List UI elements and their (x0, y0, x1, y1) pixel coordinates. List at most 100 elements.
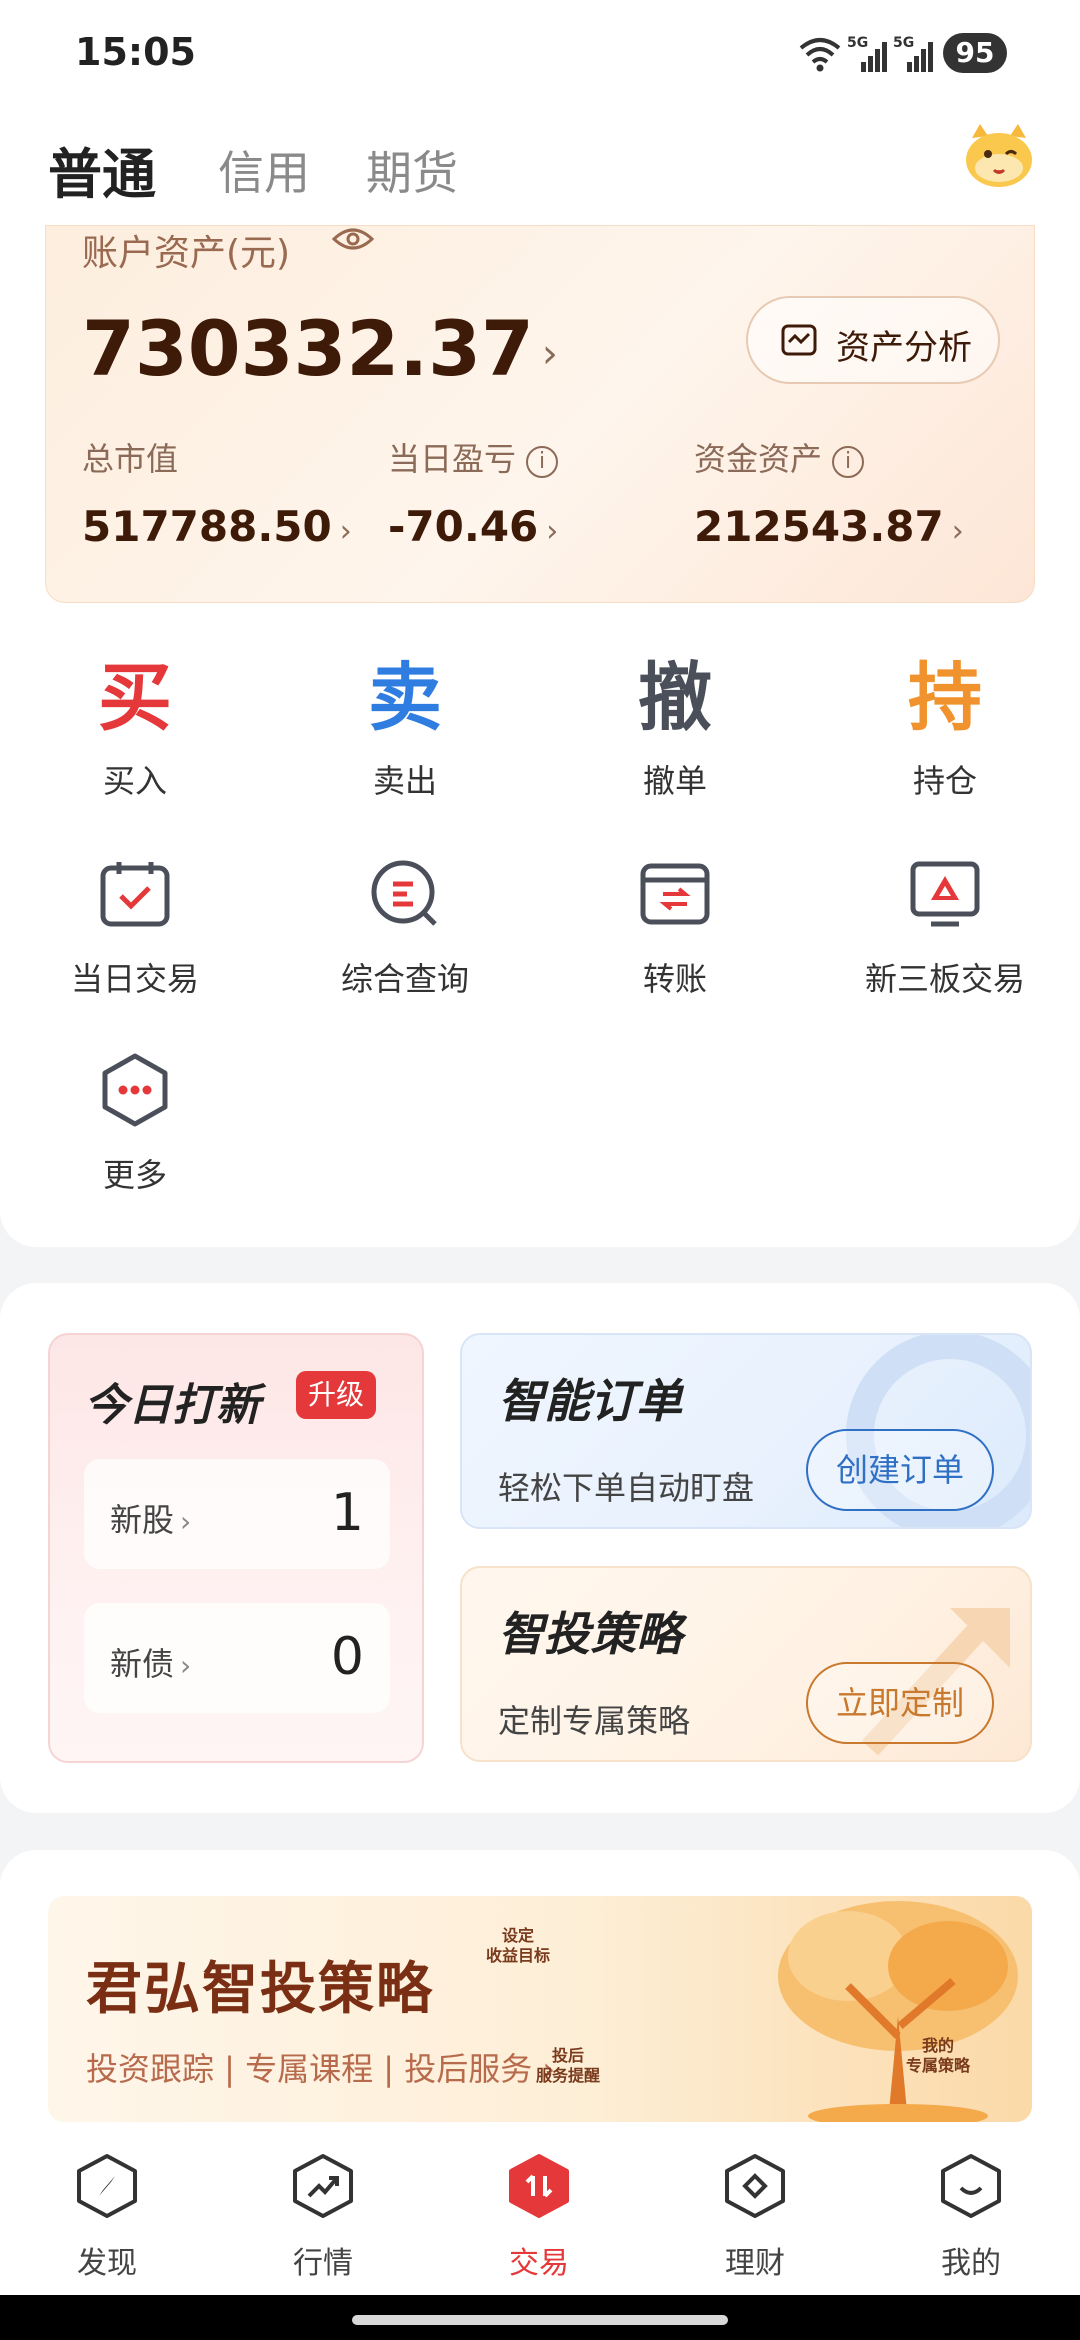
info-icon[interactable]: i (832, 446, 865, 478)
asset-analysis-button[interactable]: 资产分析 (746, 296, 1000, 384)
stat-daily-pnl[interactable]: 当日盈亏 i -70.46 › (388, 434, 558, 551)
query-button[interactable]: 综合查询 (295, 856, 515, 1000)
sell-button[interactable]: 卖 卖出 (295, 658, 515, 802)
search-query-icon (371, 860, 437, 926)
new-bond-label: 新债 (110, 1645, 175, 1683)
new-bond-row[interactable]: 新债 › 0 (84, 1603, 390, 1713)
smart-order-title: 智能订单 (498, 1374, 682, 1428)
tab-credit[interactable]: 信用 (218, 137, 310, 203)
account-type-tabs: 普通 信用 期货 (0, 110, 1080, 225)
neeq-trade-label: 新三板交易 (864, 960, 1025, 998)
banner-subtitle: 投资跟踪 | 专属课程 | 投后服务 › (86, 2050, 556, 2088)
new-stock-count: 1 (330, 1483, 364, 1543)
calendar-check-icon (100, 862, 170, 927)
create-order-button[interactable]: 创建订单 (805, 1429, 994, 1511)
customize-now-button[interactable]: 立即定制 (805, 1662, 994, 1744)
battery-indicator: 95 (943, 33, 1007, 73)
smart-order-card[interactable]: 智能订单 轻松下单自动盯盘 创建订单 (460, 1333, 1032, 1529)
chevron-right-icon: › (951, 514, 964, 549)
cancel-label: 撤单 (642, 762, 707, 800)
mascot-avatar-icon[interactable] (962, 120, 1036, 190)
nav-label: 我的 (941, 2246, 1001, 2281)
trend-hexagon-icon (293, 2154, 353, 2218)
analysis-chart-icon (781, 324, 817, 356)
nav-trade[interactable]: 交易 (464, 2152, 614, 2282)
nav-label: 发现 (77, 2246, 137, 2281)
nav-wealth[interactable]: 理财 (680, 2152, 830, 2282)
stat-value: 212543.87 (694, 502, 944, 551)
info-icon[interactable]: i (526, 446, 559, 478)
asset-card: 账户资产(元) 730332.37 › 资产分析 总市值 517788.50 › 当… (45, 225, 1035, 603)
nav-me[interactable]: 我的 (896, 2152, 1046, 2282)
new-bond-count: 0 (330, 1627, 364, 1687)
stat-label: 资金资产 (694, 440, 823, 478)
banner-tag-strategy: 我的 专属策略 (905, 2036, 970, 2075)
nav-label: 交易 (509, 2246, 569, 2281)
transfer-button[interactable]: 转账 (565, 856, 785, 1000)
daily-trades-label: 当日交易 (70, 960, 199, 998)
transfer-label: 转账 (642, 960, 707, 998)
tab-futures[interactable]: 期货 (366, 137, 458, 203)
chevron-right-icon: › (180, 1649, 192, 1682)
ipo-title: 今日打新 (84, 1380, 260, 1431)
eye-icon[interactable] (332, 224, 374, 254)
neeq-trade-button[interactable]: 新三板交易 (835, 856, 1055, 1000)
daily-trades-button[interactable]: 当日交易 (25, 856, 245, 1000)
trade-hexagon-icon (509, 2154, 569, 2218)
positions-glyph: 持 (908, 655, 982, 741)
profile-hexagon-icon (941, 2154, 1001, 2218)
status-time: 15:05 (75, 30, 196, 74)
wifi-icon (799, 38, 841, 72)
banner-title: 君弘智投策略 (86, 1957, 434, 2022)
new-stock-label: 新股 (110, 1501, 175, 1539)
smart-order-subtitle: 轻松下单自动盯盘 (498, 1469, 755, 1507)
strategy-card[interactable]: 智投策略 定制专属策略 立即定制 (460, 1566, 1032, 1762)
positions-label: 持仓 (912, 762, 977, 800)
tab-normal[interactable]: 普通 (48, 130, 156, 209)
cancel-order-button[interactable]: 撤 撤单 (565, 658, 785, 802)
bottom-nav: 发现 行情 交易 理财 我的 (0, 2130, 1080, 2295)
stat-value: 517788.50 (82, 502, 332, 551)
nav-discover[interactable]: 发现 (32, 2152, 182, 2282)
more-label: 更多 (102, 1156, 167, 1194)
banner-tag-service: 投后 服务提醒 (535, 2046, 600, 2085)
diamond-hexagon-icon (725, 2154, 785, 2218)
home-indicator[interactable] (352, 2315, 728, 2325)
total-assets-value: 730332.37 (82, 304, 534, 393)
upgrade-badge: 升级 (296, 1371, 377, 1419)
chevron-right-icon: › (339, 514, 352, 549)
asset-analysis-label: 资产分析 (836, 328, 972, 368)
cancel-glyph: 撤 (638, 655, 712, 741)
chevron-right-icon: › (546, 514, 559, 549)
nav-label: 行情 (293, 2246, 353, 2281)
positions-button[interactable]: 持 持仓 (835, 658, 1055, 802)
strategy-subtitle: 定制专属策略 (498, 1702, 691, 1740)
promo-banner[interactable]: 君弘智投策略 投资跟踪 | 专属课程 | 投后服务 › 设定 收益目标 投后 服… (48, 1896, 1032, 2122)
stat-market-value[interactable]: 总市值 517788.50 › (82, 434, 352, 551)
ipo-card[interactable]: 今日打新 升级 新股 › 1 新债 › 0 (48, 1333, 424, 1763)
signal-5g-icon-2: 5G (893, 35, 933, 72)
stat-cash-assets[interactable]: 资金资产 i 212543.87 › (694, 434, 964, 551)
stat-label: 当日盈亏 (388, 440, 517, 478)
new-stock-row[interactable]: 新股 › 1 (84, 1459, 390, 1569)
banner-tag-goal: 设定 收益目标 (485, 1926, 550, 1965)
sell-label: 卖出 (372, 762, 437, 800)
nav-market[interactable]: 行情 (248, 2152, 398, 2282)
status-bar: 15:05 5G 5G 95 (0, 0, 1080, 110)
query-label: 综合查询 (340, 960, 469, 998)
transfer-icon (640, 863, 710, 925)
tree-illustration-icon (778, 1901, 1018, 2122)
nav-label: 理财 (725, 2246, 785, 2281)
chevron-right-icon: › (180, 1505, 192, 1538)
asset-title: 账户资产(元) (82, 233, 291, 274)
net-label-1: 5G (847, 35, 868, 51)
total-assets[interactable]: 730332.37 › (82, 304, 558, 393)
more-hexagon-icon (102, 1053, 168, 1127)
stat-label: 总市值 (82, 440, 179, 478)
monitor-triangle-icon (910, 861, 980, 927)
net-label-2: 5G (893, 35, 914, 51)
more-button[interactable]: 更多 (25, 1052, 245, 1196)
buy-button[interactable]: 买 买入 (25, 658, 245, 802)
chevron-right-icon: › (541, 331, 558, 377)
sell-glyph: 卖 (368, 655, 442, 741)
